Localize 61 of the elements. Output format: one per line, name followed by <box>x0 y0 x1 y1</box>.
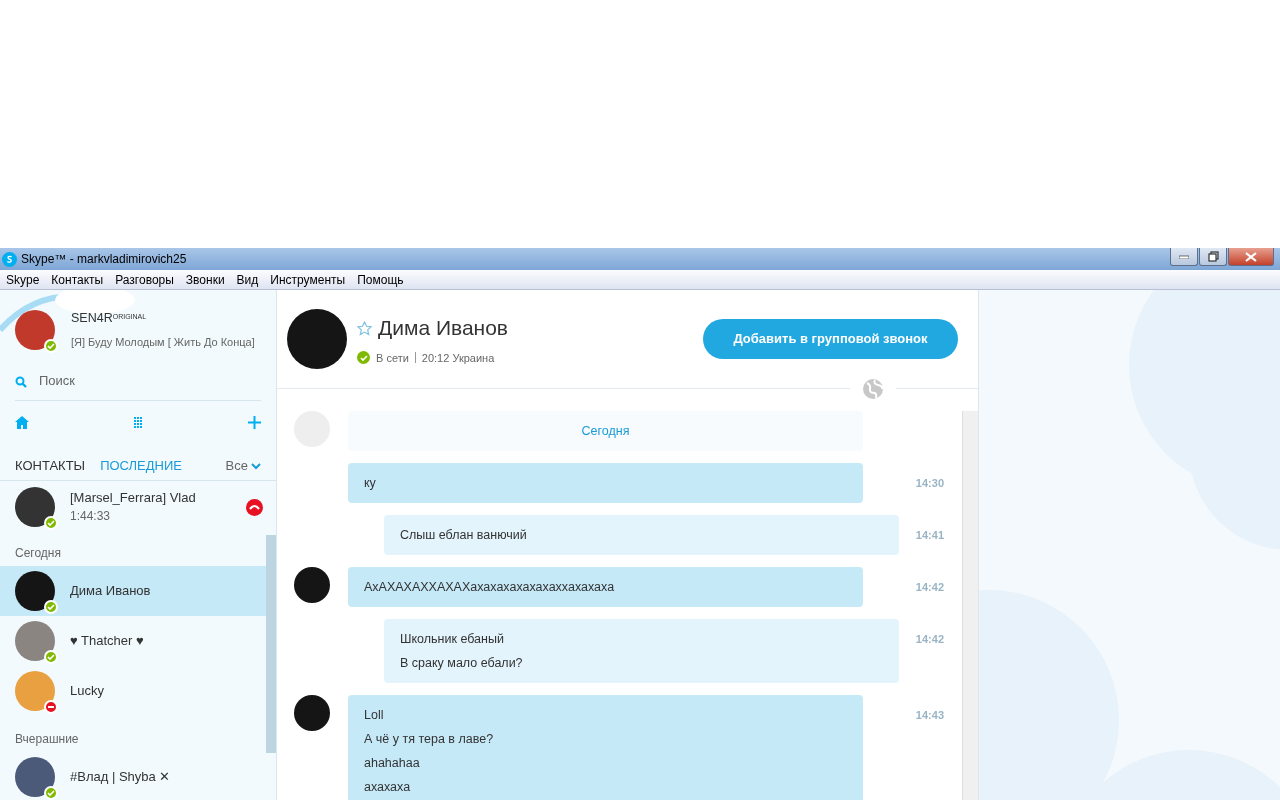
contact-item[interactable]: Дима Иванов <box>0 566 266 616</box>
restore-icon <box>1207 251 1219 262</box>
menu-item[interactable]: Skype <box>0 270 46 289</box>
message-text: Loll <box>364 707 385 724</box>
star-icon[interactable] <box>357 318 372 337</box>
message-time: 14:30 <box>915 476 944 491</box>
avatar-circle <box>287 309 347 369</box>
menu-item[interactable]: Контакты <box>45 270 110 289</box>
minimize-icon <box>1179 254 1189 259</box>
contact-item[interactable]: [Marsel_Ferrara] Vlad 1:44:33 <box>0 483 266 530</box>
status-text: В сети <box>376 350 409 366</box>
section-header: Сегодня <box>14 545 62 562</box>
minimize-button[interactable] <box>1170 248 1198 266</box>
home-icon[interactable] <box>15 413 29 431</box>
message-text: ahahahaa <box>364 755 421 772</box>
section-header: Вчерашние <box>14 731 80 748</box>
contact-name: [Marsel_Ferrara] Vlad <box>70 488 196 507</box>
message-time: 14:43 <box>915 708 944 723</box>
scrollbar-thumb[interactable] <box>266 535 276 753</box>
menu-item[interactable]: Помощь <box>351 270 410 289</box>
contact-name: Дима Иванов <box>70 582 151 601</box>
menu-item[interactable]: Вид <box>230 270 265 289</box>
message-time: 14:42 <box>915 580 944 595</box>
contact-item[interactable]: ♥ Thatcher ♥ <box>0 616 266 666</box>
contact-item[interactable]: #Влад | Shyba ✕ <box>0 752 266 800</box>
menu-item[interactable]: Звонки <box>179 270 231 289</box>
contact-name: Дима Иванов <box>378 315 509 341</box>
date-label: Сегодня <box>581 424 630 438</box>
window-title: Skype™ - markvladimirovich25 <box>21 251 187 268</box>
message-text: А чё у тя тера в лаве? <box>364 731 495 748</box>
skype-logo-icon <box>2 251 17 267</box>
contact-name: Lucky <box>70 682 104 701</box>
scrollbar[interactable] <box>962 411 978 800</box>
contact-name: ♥ Thatcher ♥ <box>70 632 144 651</box>
message-time: 14:41 <box>915 528 944 543</box>
close-button[interactable] <box>1228 248 1274 266</box>
message-text: ахахаха <box>364 779 412 796</box>
call-duration: 1:44:33 <box>70 508 112 526</box>
menu-item[interactable]: Разговоры <box>109 270 180 289</box>
mood-message: [Я] Буду Молодым [ Жить До Конца] <box>71 335 255 351</box>
avatar-circle <box>294 695 330 731</box>
search-field[interactable]: Поиск <box>37 370 237 392</box>
close-icon <box>1245 251 1257 262</box>
hang-up-icon[interactable] <box>246 496 263 517</box>
filter-dropdown[interactable]: Все <box>225 455 248 476</box>
message-text: ку <box>364 475 377 492</box>
message-text: В сраку мало ебали? <box>400 655 524 672</box>
message-text: Слыш еблан ванючий <box>400 527 528 544</box>
message-text: АхАХАХАХХАХАХахахахахахахаххахахаха <box>364 579 616 596</box>
restore-button[interactable] <box>1199 248 1227 266</box>
contact-item[interactable]: Lucky <box>0 666 266 716</box>
message-text: Школьник ебаный <box>400 631 505 648</box>
local-time: 20:12 Украина <box>421 350 495 366</box>
avatar-circle <box>294 567 330 603</box>
separator-bar <box>414 352 416 364</box>
contact-name: #Влад | Shyba ✕ <box>70 768 171 787</box>
profile-name: SEN4R$^{ORIGINAL}$ <box>71 310 148 328</box>
tab[interactable]: КОНТАКТЫ <box>15 455 86 476</box>
plus-icon[interactable] <box>248 413 261 431</box>
message-time: 14:42 <box>915 632 944 647</box>
menu-item[interactable]: Инструменты <box>264 270 352 289</box>
